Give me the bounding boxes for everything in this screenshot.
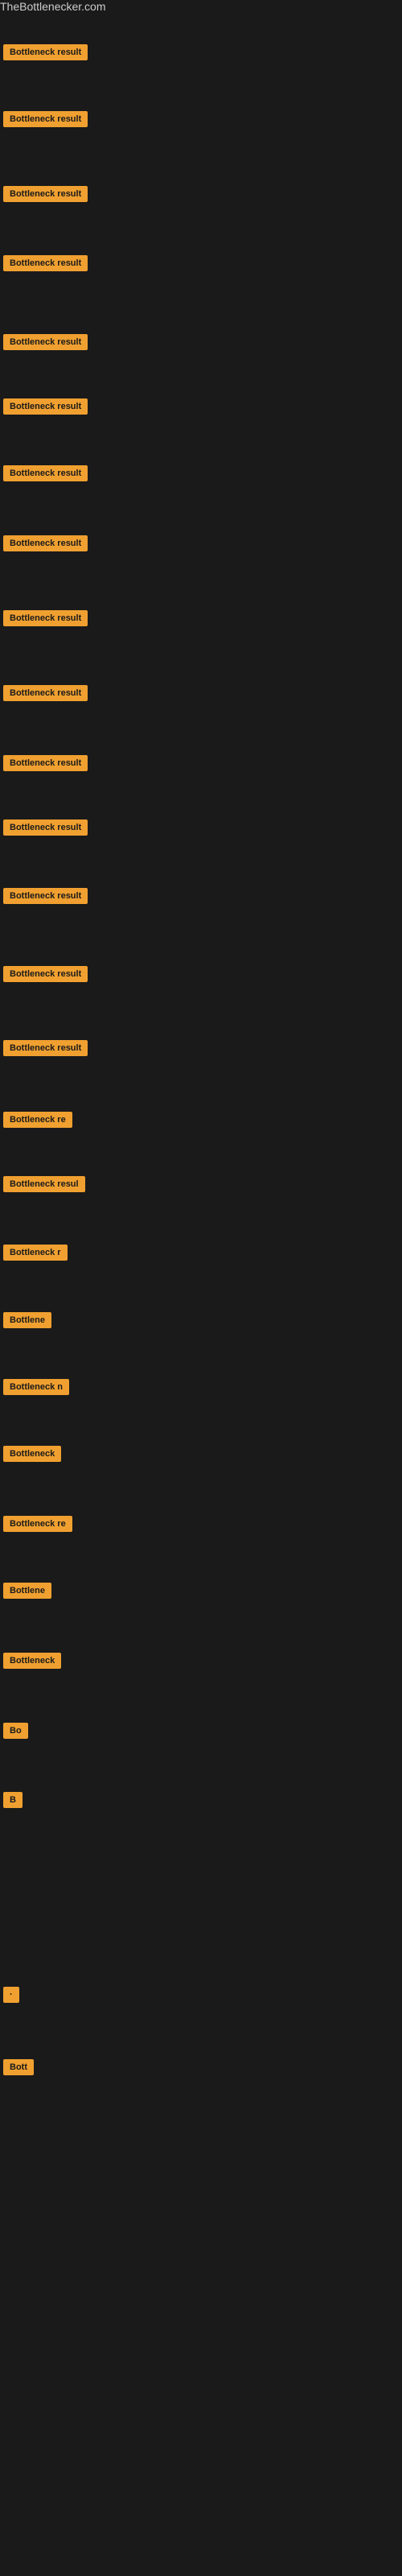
bottleneck-item[interactable]: Bottleneck r <box>3 1245 68 1265</box>
bottleneck-badge[interactable]: Bottleneck result <box>3 755 88 771</box>
bottleneck-badge[interactable]: Bottleneck <box>3 1653 61 1669</box>
bottleneck-item[interactable]: Bottleneck <box>3 1653 61 1673</box>
bottleneck-item[interactable]: Bottleneck re <box>3 1112 72 1132</box>
bottleneck-item[interactable]: Bottleneck result <box>3 966 88 986</box>
bottleneck-badge[interactable]: Bo <box>3 1723 28 1739</box>
bottleneck-badge[interactable]: Bottlene <box>3 1312 51 1328</box>
bottleneck-item[interactable]: Bottleneck result <box>3 111 88 131</box>
bottleneck-item[interactable]: Bottleneck result <box>3 819 88 840</box>
bottleneck-item[interactable]: Bottleneck result <box>3 1040 88 1060</box>
bottleneck-item[interactable]: Bottleneck result <box>3 610 88 630</box>
bottleneck-item[interactable]: Bottlene <box>3 1312 51 1332</box>
bottleneck-item[interactable]: Bottleneck n <box>3 1379 69 1399</box>
bottleneck-badge[interactable]: Bottleneck result <box>3 535 88 551</box>
bottleneck-badge[interactable]: Bottlene <box>3 1583 51 1599</box>
bottleneck-item[interactable]: Bottleneck re <box>3 1516 72 1536</box>
site-title: TheBottlenecker.com <box>0 0 106 16</box>
bottleneck-item[interactable]: Bottleneck result <box>3 755 88 775</box>
bottleneck-item[interactable]: Bott <box>3 2059 34 2079</box>
bottleneck-item[interactable]: Bottleneck result <box>3 334 88 354</box>
bottleneck-badge[interactable]: Bottleneck result <box>3 1040 88 1056</box>
bottleneck-badge[interactable]: B <box>3 1792 23 1808</box>
bottleneck-item[interactable]: Bottlene <box>3 1583 51 1603</box>
bottleneck-badge[interactable]: Bottleneck result <box>3 398 88 415</box>
bottleneck-badge[interactable]: Bottleneck re <box>3 1516 72 1532</box>
bottleneck-item[interactable]: Bottleneck result <box>3 535 88 555</box>
bottleneck-item[interactable]: Bottleneck result <box>3 255 88 275</box>
bottleneck-item[interactable]: Bottleneck result <box>3 685 88 705</box>
bottleneck-badge[interactable]: Bottleneck result <box>3 255 88 271</box>
bottleneck-badge[interactable]: Bottleneck result <box>3 44 88 60</box>
bottleneck-badge[interactable]: Bottleneck result <box>3 334 88 350</box>
bottleneck-item[interactable]: Bottleneck result <box>3 888 88 908</box>
bottleneck-badge[interactable]: · <box>3 1987 19 2003</box>
bottleneck-item[interactable]: Bottleneck <box>3 1446 61 1466</box>
bottleneck-badge[interactable]: Bottleneck result <box>3 186 88 202</box>
bottleneck-item[interactable]: B <box>3 1792 23 1812</box>
bottleneck-badge[interactable]: Bottleneck result <box>3 888 88 904</box>
bottleneck-item[interactable]: Bo <box>3 1723 28 1743</box>
bottleneck-badge[interactable]: Bottleneck result <box>3 610 88 626</box>
bottleneck-badge[interactable]: Bottleneck result <box>3 465 88 481</box>
bottleneck-item[interactable]: Bottleneck result <box>3 398 88 419</box>
bottleneck-badge[interactable]: Bottleneck r <box>3 1245 68 1261</box>
bottleneck-item[interactable]: Bottleneck resul <box>3 1176 85 1196</box>
bottleneck-badge[interactable]: Bottleneck result <box>3 966 88 982</box>
bottleneck-badge[interactable]: Bottleneck <box>3 1446 61 1462</box>
bottleneck-badge[interactable]: Bott <box>3 2059 34 2075</box>
bottleneck-badge[interactable]: Bottleneck result <box>3 685 88 701</box>
bottleneck-badge[interactable]: Bottleneck re <box>3 1112 72 1128</box>
bottleneck-badge[interactable]: Bottleneck result <box>3 819 88 836</box>
bottleneck-badge[interactable]: Bottleneck n <box>3 1379 69 1395</box>
bottleneck-items-container: Bottleneck result Bottleneck result Bottle… <box>0 14 402 2550</box>
site-header: TheBottlenecker.com <box>0 0 402 14</box>
bottleneck-item[interactable]: Bottleneck result <box>3 186 88 206</box>
bottleneck-badge[interactable]: Bottleneck resul <box>3 1176 85 1192</box>
bottleneck-item[interactable]: · <box>3 1987 19 2007</box>
bottleneck-item[interactable]: Bottleneck result <box>3 44 88 64</box>
bottleneck-item[interactable]: Bottleneck result <box>3 465 88 485</box>
bottleneck-badge[interactable]: Bottleneck result <box>3 111 88 127</box>
